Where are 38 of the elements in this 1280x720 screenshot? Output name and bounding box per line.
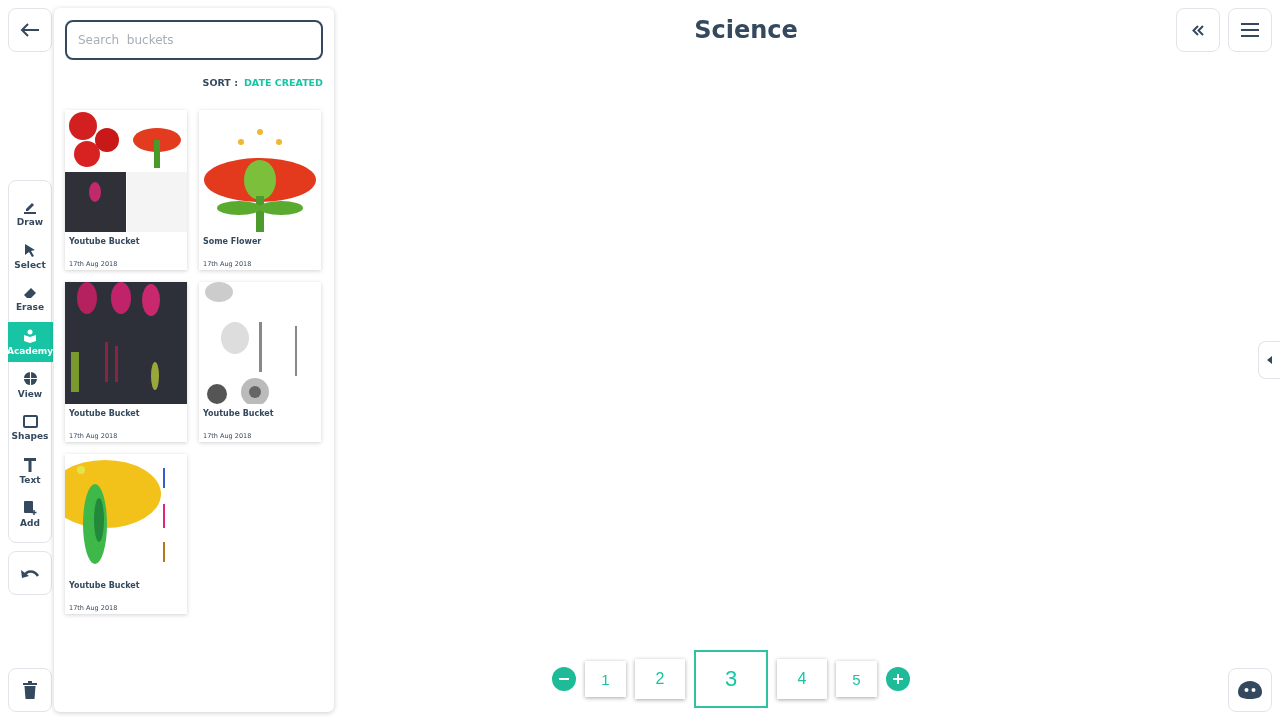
bucket-name: Youtube Bucket	[68, 408, 141, 418]
tool-button[interactable]: Text	[9, 451, 51, 491]
tool-button[interactable]: Erase	[9, 279, 51, 319]
bot-face-icon	[1238, 681, 1262, 699]
menu-button[interactable]	[1228, 8, 1272, 52]
bucket-name: Youtube Bucket	[202, 408, 275, 418]
board-title: Science	[694, 16, 798, 44]
book-icon	[23, 328, 37, 343]
caret-icon	[1267, 356, 1272, 364]
aperture-icon	[22, 371, 38, 386]
tool-button[interactable]: View	[9, 365, 51, 405]
back-button[interactable]	[8, 8, 52, 52]
double-chevron-icon	[1192, 24, 1204, 36]
trash-icon	[23, 681, 37, 699]
square-icon	[22, 415, 38, 428]
undo-button[interactable]	[8, 551, 52, 595]
delete-button[interactable]	[8, 668, 52, 712]
search-field[interactable]: Search buckets	[65, 20, 323, 60]
undo-icon	[20, 567, 40, 579]
tool-button[interactable]: Select	[9, 236, 51, 276]
bucket-name: Youtube Bucket	[68, 580, 141, 590]
bucket-name: Youtube Bucket	[68, 236, 141, 246]
sort-label: SORT :	[202, 77, 238, 88]
tool-button[interactable]: Shapes	[9, 408, 51, 448]
add-page-icon	[23, 500, 37, 515]
side-panel-toggle[interactable]	[1258, 341, 1280, 379]
text-icon	[23, 457, 37, 472]
collapse-button[interactable]	[1176, 8, 1220, 52]
tool-button[interactable]: Draw	[9, 193, 51, 233]
tool-button[interactable]: Add	[9, 494, 51, 534]
cursor-icon	[24, 242, 36, 257]
plus-icon	[893, 674, 903, 684]
chat-button[interactable]	[1228, 668, 1272, 712]
bucket-name: Some Flower	[202, 236, 263, 246]
back-arrow-icon	[20, 23, 40, 37]
menu-icon	[1241, 23, 1259, 37]
minus-icon	[559, 678, 569, 680]
eraser-icon	[23, 286, 37, 299]
